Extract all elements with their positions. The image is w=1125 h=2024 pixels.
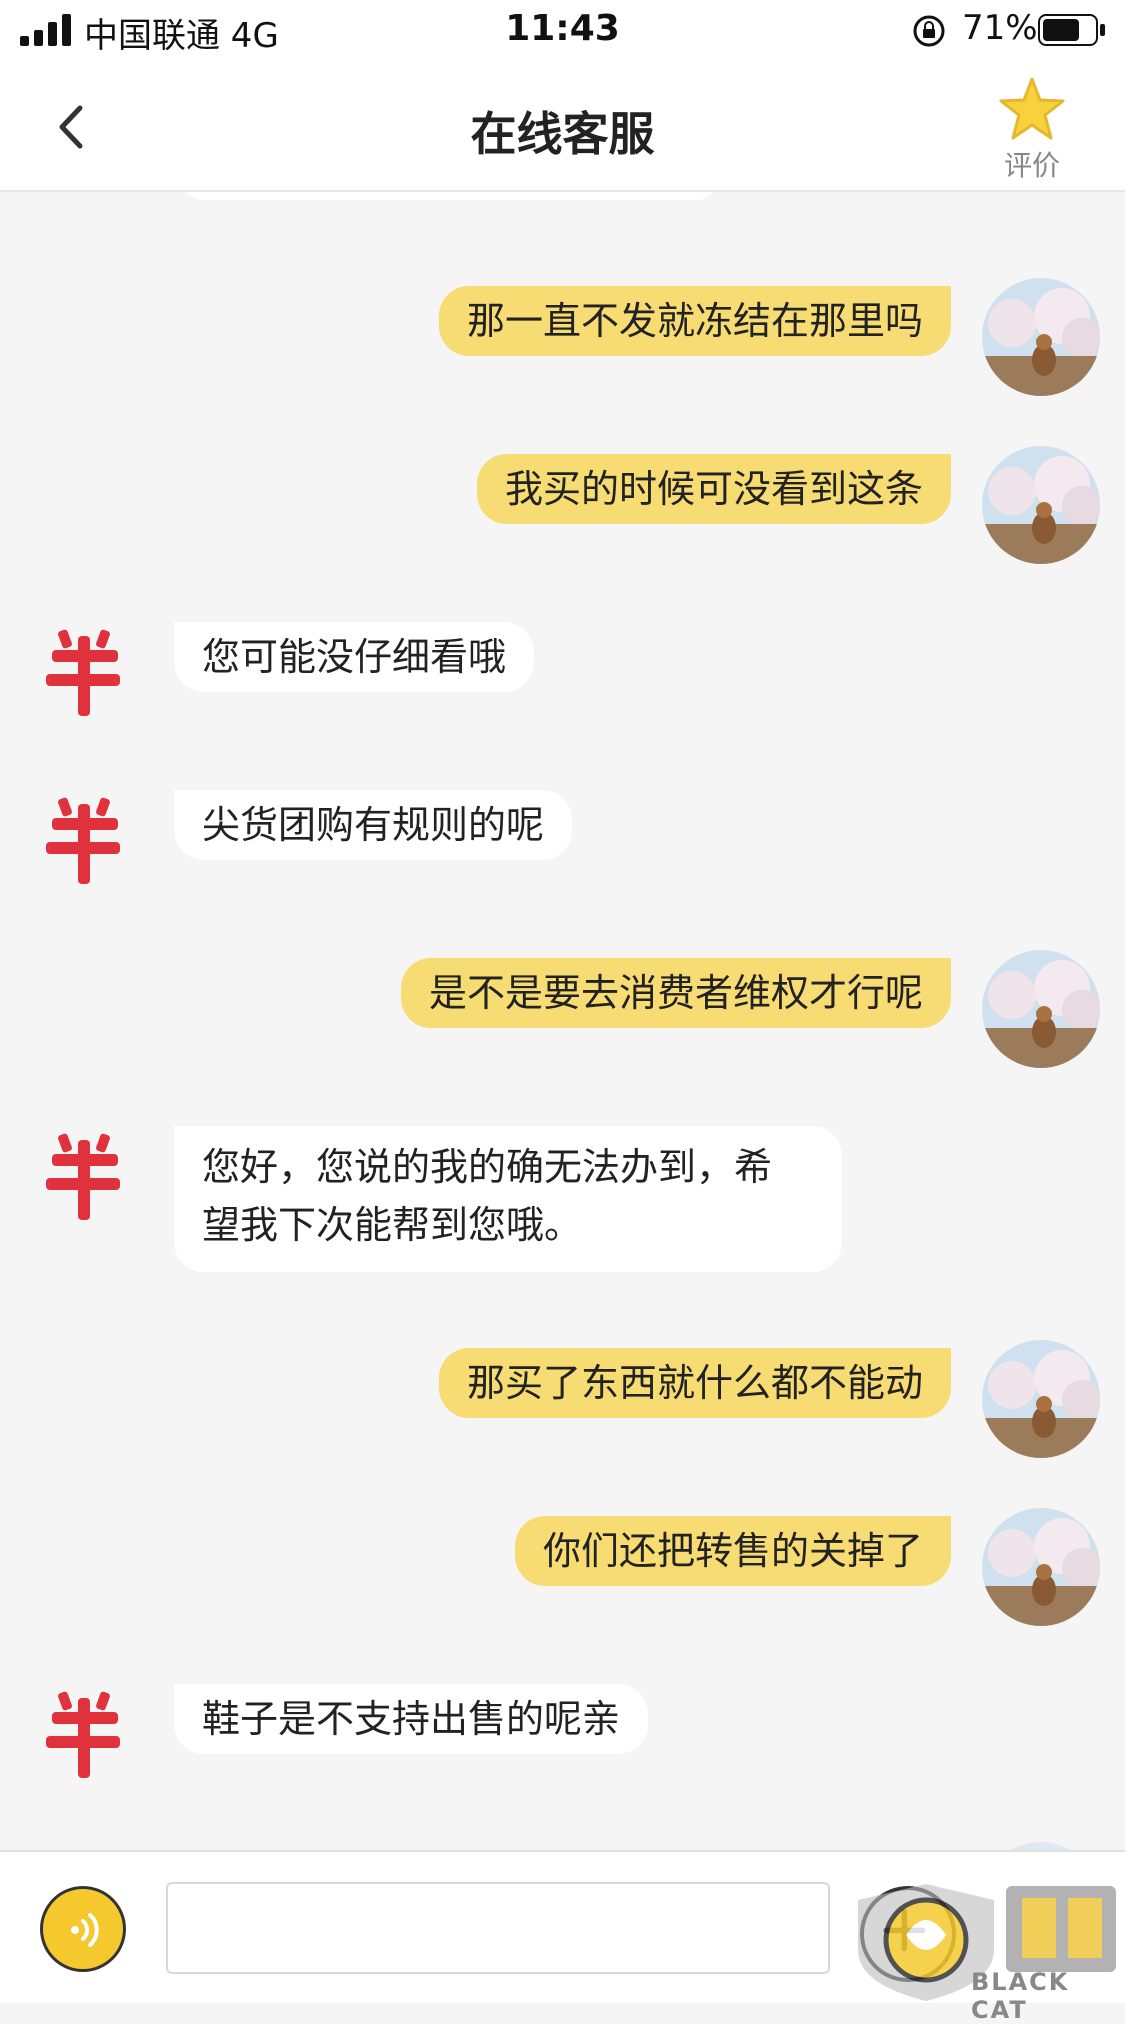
watermark-text: BLACK CAT <box>971 1968 1070 2024</box>
chat-area[interactable]: 那一直不发就冻结在那里吗 我买的时候可没看到这条 您可能没仔细看哦 尖货团购有规… <box>0 192 1125 1850</box>
user-avatar[interactable] <box>982 1508 1100 1626</box>
message-user: 是不是要去消费者维权才行呢 <box>400 958 951 1028</box>
message-agent: 尖货团购有规则的呢 <box>174 790 573 860</box>
agent-avatar <box>46 1691 120 1778</box>
message-bubble: 你们还把转售的关掉了 <box>514 1516 951 1586</box>
voice-icon <box>71 1913 99 1947</box>
star-icon <box>999 77 1065 140</box>
message-bubble: 鞋子是不支持出售的呢亲 <box>174 1684 649 1754</box>
nav-bar: 在线客服 评价 <box>0 64 1125 192</box>
rotation-lock-icon <box>913 15 945 47</box>
status-bar: 中国联通 4G 11:43 71% <box>0 0 1125 64</box>
battery-icon <box>1038 14 1105 46</box>
agent-avatar <box>46 1133 120 1220</box>
rate-label: 评价 <box>1003 149 1060 182</box>
message-user: 那买了东西就什么都不能动 <box>438 1348 951 1418</box>
status-time: 11:43 <box>505 8 620 49</box>
message-user: 那一直不发就冻结在那里吗 <box>438 286 951 356</box>
message-bubble: 那买了东西就什么都不能动 <box>438 1348 951 1418</box>
user-avatar[interactable] <box>982 446 1100 564</box>
partial-message-bubble <box>180 192 720 200</box>
message-agent: 您可能没仔细看哦 <box>174 622 535 692</box>
page-title: 在线客服 <box>470 107 655 161</box>
agent-avatar <box>46 797 120 884</box>
user-avatar[interactable] <box>982 1340 1100 1458</box>
message-bubble: 那一直不发就冻结在那里吗 <box>438 286 951 356</box>
agent-avatar <box>46 629 120 716</box>
user-avatar[interactable] <box>982 950 1100 1068</box>
message-bubble: 尖货团购有规则的呢 <box>174 790 573 860</box>
rate-button[interactable]: 评价 <box>984 76 1080 184</box>
message-user: 你们还把转售的关掉了 <box>514 1516 951 1586</box>
user-avatar[interactable] <box>982 278 1100 396</box>
message-bubble: 是不是要去消费者维权才行呢 <box>400 958 951 1028</box>
message-agent: 您好，您说的我的确无法办到，希望我下次能帮到您哦。 <box>174 1126 934 1272</box>
message-user: 我买的时候可没看到这条 <box>476 454 951 524</box>
partial-user-avatar <box>982 1842 1100 1850</box>
message-bubble: 您可能没仔细看哦 <box>174 622 535 692</box>
battery-percent: 71% <box>962 8 1038 48</box>
message-input[interactable] <box>166 1882 830 1974</box>
message-agent: 鞋子是不支持出售的呢亲 <box>174 1684 649 1754</box>
message-bubble: 我买的时候可没看到这条 <box>476 454 951 524</box>
voice-button[interactable] <box>40 1886 126 1972</box>
message-bubble: 您好，您说的我的确无法办到，希望我下次能帮到您哦。 <box>174 1126 842 1272</box>
